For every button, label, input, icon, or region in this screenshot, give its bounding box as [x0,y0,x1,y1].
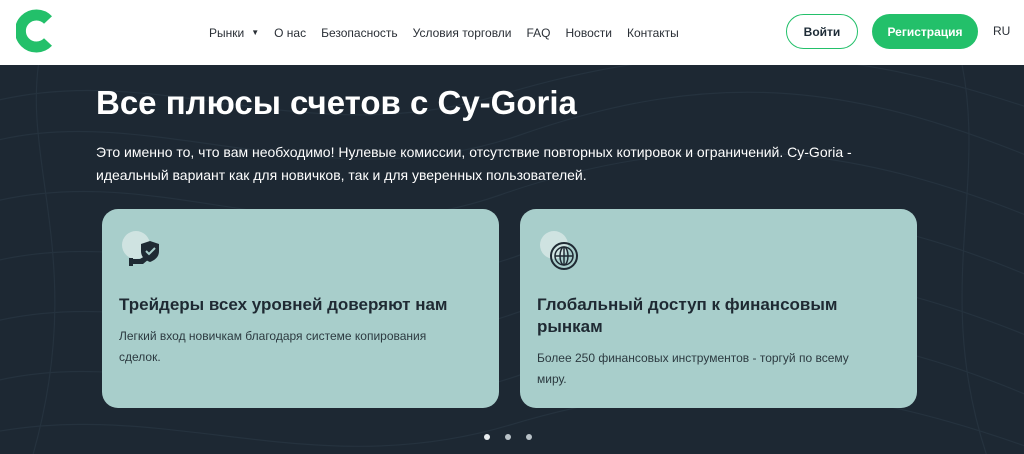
feature-card: Трейдеры всех уровней доверяют нам Легки… [102,209,499,408]
language-selector[interactable]: RU [993,24,1010,38]
register-button[interactable]: Регистрация [872,14,978,49]
nav-item-contacts[interactable]: Контакты [627,26,679,40]
nav-item-trading-conditions[interactable]: Условия торговли [413,26,512,40]
shield-hand-icon [122,231,159,266]
nav-item-label: FAQ [526,25,551,40]
nav-item-label: О нас [274,25,307,40]
nav-item-label: Рынки [209,25,245,40]
nav-item-label: Новости [565,25,612,40]
carousel-dot[interactable] [526,434,532,440]
hero-subtitle: Это именно то, что вам необходимо! Нулев… [96,144,852,183]
nav-item-label: Условия торговли [412,25,512,40]
card-text: Более 250 финансовых инструментов - торг… [537,351,849,386]
nav-item-markets[interactable]: Рынки ▼ [209,26,259,40]
main-nav: Рынки ▼ О нас Безопасность Условия торго… [209,0,694,65]
card-title: Трейдеры всех уровней доверяют нам [119,295,448,314]
logo-icon[interactable] [16,8,56,54]
nav-item-faq[interactable]: FAQ [527,26,551,40]
caret-down-icon: ▼ [251,28,260,37]
nav-item-label: Безопасность [321,25,398,40]
feature-card: Глобальный доступ к финансовым рынкам Бо… [520,209,917,408]
carousel-dot[interactable] [484,434,490,440]
login-button[interactable]: Войти [786,14,858,49]
nav-item-news[interactable]: Новости [566,26,612,40]
carousel-dot[interactable] [505,434,511,440]
globe-icon [540,231,578,270]
card-title: Глобальный доступ к финансовым рынкам [537,295,838,336]
nav-item-label: Контакты [626,25,679,40]
carousel-pagination [484,434,547,440]
card-text: Легкий вход новичкам благодаря системе к… [119,329,427,364]
site-header: Рынки ▼ О нас Безопасность Условия торго… [0,0,1024,65]
hero-title: Все плюсы счетов с Cy-Goria [96,84,577,121]
hero-section: Все плюсы счетов с Cy-Goria Это именно т… [0,65,1024,454]
nav-item-security[interactable]: Безопасность [321,26,398,40]
nav-item-about[interactable]: О нас [274,26,306,40]
